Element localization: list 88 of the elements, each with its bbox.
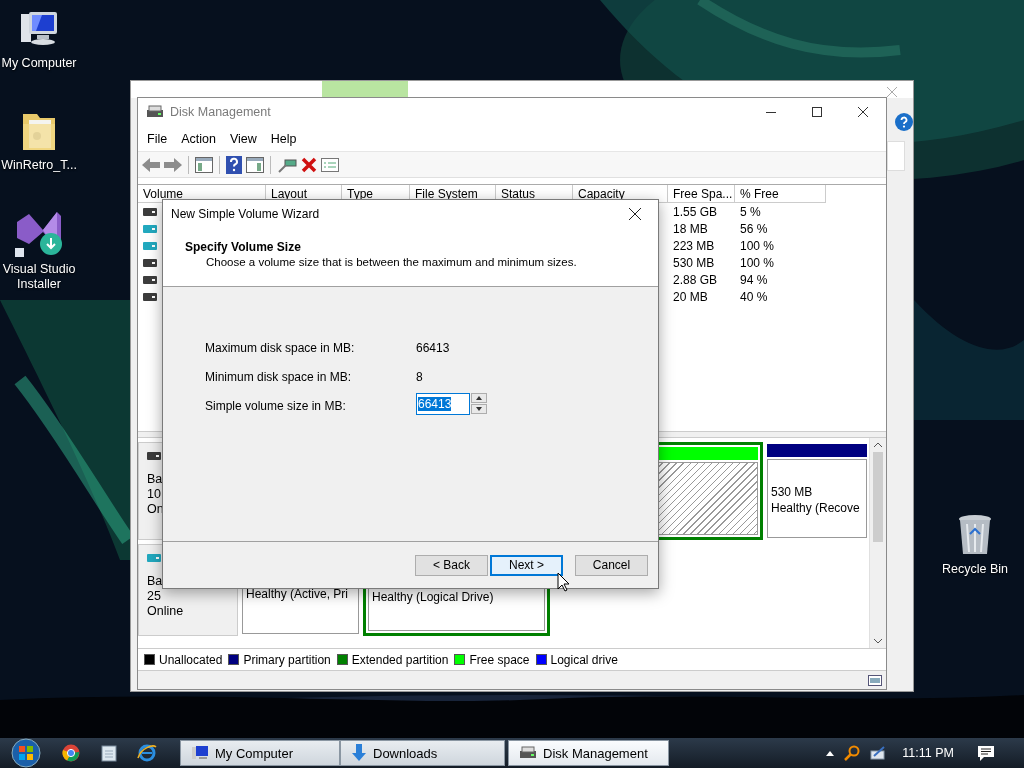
table-cell: 223 MB <box>673 238 715 253</box>
partition-text: Healthy (Recove <box>771 500 861 516</box>
browser-icon[interactable] <box>137 744 157 762</box>
pen-tablet-icon[interactable] <box>870 746 887 760</box>
disk-info-text: Ba <box>147 574 164 589</box>
up-arrow-icon <box>476 396 482 400</box>
status-bar-icon <box>868 674 882 686</box>
search-field[interactable] <box>887 141 905 171</box>
computer-icon <box>191 745 209 761</box>
legend-label: Logical drive <box>550 652 618 667</box>
desktop-icon-label[interactable]: Recycle Bin <box>942 562 1008 577</box>
table-cell: 100 % <box>740 238 775 253</box>
legend-label: Primary partition <box>243 652 331 667</box>
help-icon[interactable] <box>226 155 242 174</box>
partition-text: Healthy (Active, Pri <box>246 586 350 602</box>
close-icon <box>858 107 868 117</box>
wizard-heading: Specify Volume Size <box>185 240 302 254</box>
field-label: Minimum disk space in MB: <box>205 370 353 384</box>
taskbar-button[interactable]: My Computer <box>180 740 340 766</box>
partition-text: Healthy (Logical Drive) <box>372 589 495 605</box>
mouse-cursor-icon <box>557 572 570 592</box>
menu-item[interactable]: Help <box>263 128 304 149</box>
forward-arrow-icon[interactable] <box>164 157 182 172</box>
minimize-icon <box>766 111 776 113</box>
table-cell: 2.88 GB <box>673 272 718 287</box>
scroll-down-icon[interactable] <box>874 638 882 644</box>
down-arrow-icon <box>476 407 482 411</box>
spin-up-button[interactable] <box>471 393 487 403</box>
wizard-subtitle: Choose a volume size that is between the maximum and minimum sizes. <box>205 256 578 268</box>
table-cell: 56 % <box>740 221 768 236</box>
table-cell: 94 % <box>740 272 768 287</box>
legend-label: Extended partition <box>351 652 449 667</box>
legend-label: Unallocated <box>159 652 223 667</box>
table-cell: 18 MB <box>673 221 708 236</box>
field-label: Simple volume size in MB: <box>205 399 347 413</box>
magnifier-icon[interactable] <box>844 745 861 761</box>
field-label: Maximum disk space in MB: <box>205 341 356 355</box>
dialog-button[interactable]: Next > <box>490 554 563 576</box>
action-pane-icon[interactable] <box>246 156 264 173</box>
caret-up-icon[interactable] <box>826 750 835 756</box>
menu-item[interactable]: View <box>222 128 264 149</box>
column-header[interactable]: % Free <box>735 185 826 203</box>
connect-icon[interactable] <box>277 156 297 173</box>
field-value: 66413 <box>416 341 450 355</box>
console-tree-icon[interactable] <box>195 156 213 173</box>
close-icon <box>629 208 641 220</box>
scrollbar[interactable] <box>869 438 886 648</box>
notification-icon[interactable] <box>978 745 994 761</box>
delete-icon[interactable] <box>301 156 317 173</box>
field-value: 8 <box>416 370 423 384</box>
download-icon <box>351 744 367 762</box>
scroll-up-icon[interactable] <box>874 442 882 448</box>
table-cell: 40 % <box>740 289 768 304</box>
start-button[interactable] <box>11 738 41 768</box>
window-title: Disk Management <box>170 105 271 119</box>
notepad-icon[interactable] <box>101 744 117 762</box>
taskbar-button[interactable]: Downloads <box>340 740 505 766</box>
table-cell: 5 % <box>740 204 761 219</box>
dialog-button[interactable]: Cancel <box>575 554 648 576</box>
disk-info-text: Ba <box>147 472 164 487</box>
disk-info-text: Online <box>147 604 185 619</box>
maximize-icon <box>812 107 822 117</box>
size-field[interactable]: 66413 <box>416 393 470 415</box>
browser-icon[interactable] <box>62 744 80 762</box>
back-arrow-icon[interactable] <box>142 157 160 172</box>
desktop-icon-label[interactable]: WinRetro_T... <box>1 158 77 173</box>
disk-drive-icon <box>146 105 164 119</box>
disk-drive-icon <box>519 746 537 760</box>
spin-down-button[interactable] <box>471 404 487 414</box>
table-cell: 530 MB <box>673 255 715 270</box>
properties-icon[interactable] <box>321 157 339 172</box>
help-icon[interactable] <box>895 113 913 131</box>
taskbar-button[interactable]: Disk Management <box>508 740 669 766</box>
clock[interactable]: 11:11 PM <box>902 746 954 760</box>
table-cell: 1.55 GB <box>673 204 718 219</box>
disk-info-text: 25 <box>147 589 162 604</box>
desktop-icon-label[interactable]: My Computer <box>1 56 77 71</box>
dialog-button[interactable]: < Back <box>415 554 488 576</box>
partition-text: 530 MB <box>771 484 814 500</box>
dialog-title: New Simple Volume Wizard <box>171 207 320 221</box>
table-cell: 20 MB <box>673 289 708 304</box>
column-header[interactable]: Free Spa... <box>668 185 735 203</box>
menu-item[interactable]: Action <box>174 128 223 149</box>
menu-item[interactable]: File <box>140 128 175 149</box>
legend-label: Free space <box>469 652 530 667</box>
disk-info-text: 10 <box>147 487 162 502</box>
table-cell: 100 % <box>740 255 775 270</box>
desktop-icon-label[interactable]: Visual Studio Installer <box>0 262 78 292</box>
